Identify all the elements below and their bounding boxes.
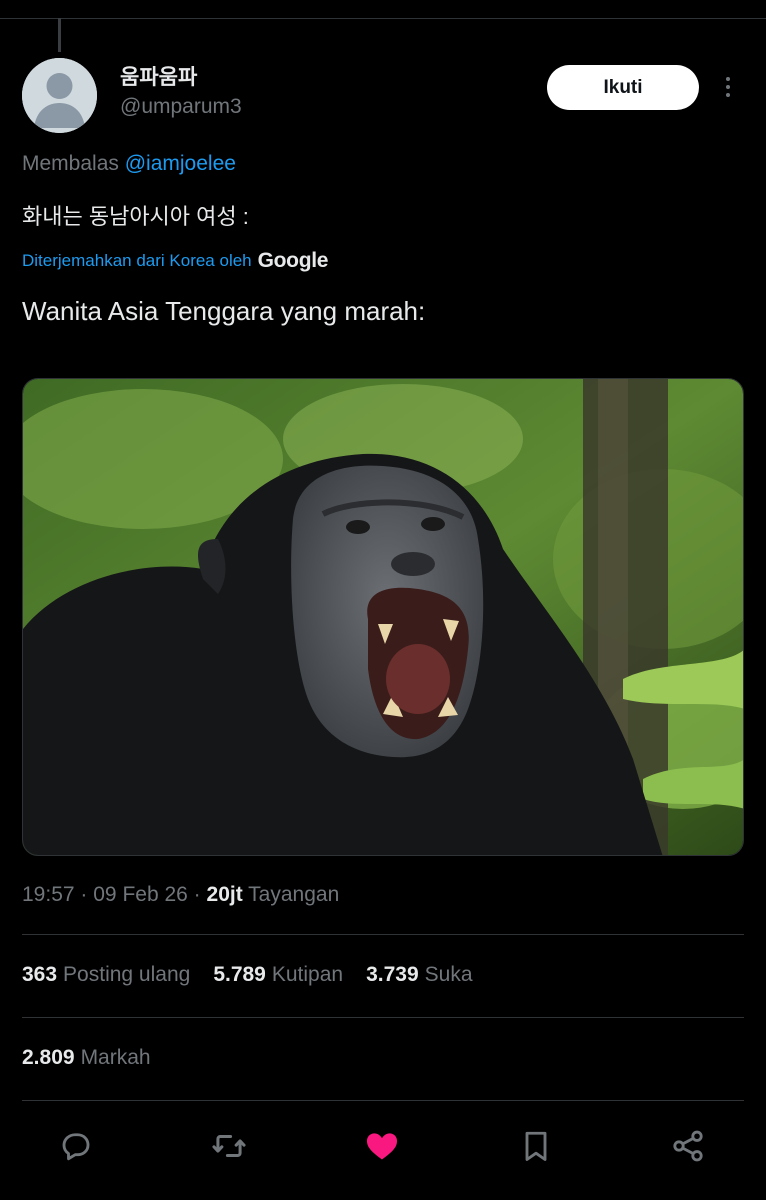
post-image[interactable] [22, 378, 744, 856]
thread-connector-line [58, 18, 61, 52]
reply-mention-link[interactable]: @iamjoelee [125, 152, 236, 175]
translation-notice-text: Diterjemahkan dari Korea oleh [22, 251, 252, 270]
quotes-label: Kutipan [271, 963, 344, 986]
heart-icon[interactable] [362, 1126, 402, 1166]
post-time[interactable]: 19:57 [22, 883, 75, 906]
author-display-name[interactable]: 움파움파 [120, 66, 242, 90]
bookmarks-count: 2.809 [22, 1046, 75, 1069]
post-date[interactable]: 09 Feb 26 [93, 883, 188, 906]
top-divider [0, 18, 766, 19]
follow-button[interactable]: Ikuti [547, 65, 699, 110]
reply-icon[interactable] [56, 1126, 96, 1166]
repost-icon[interactable] [209, 1126, 249, 1166]
bookmark-icon[interactable] [516, 1126, 556, 1166]
avatar[interactable] [22, 58, 97, 133]
quotes-count: 5.789 [213, 963, 266, 986]
google-logo: Google [257, 249, 329, 272]
likes-stat[interactable]: 3.739 Suka [366, 963, 472, 987]
views-label: Tayangan [248, 883, 340, 906]
translation-notice[interactable]: Diterjemahkan dari Korea oleh Google [22, 249, 328, 273]
quotes-stat[interactable]: 5.789 Kutipan [213, 963, 343, 987]
views-count: 20jt [206, 883, 243, 906]
author-handle[interactable]: @umparum3 [120, 94, 242, 120]
likes-label: Suka [424, 963, 473, 986]
chimpanzee-photo [23, 379, 743, 855]
action-bar [0, 1120, 766, 1170]
meta-separator: · [193, 883, 201, 906]
meta-separator: · [80, 883, 88, 906]
reposts-stat[interactable]: 363 Posting ulang [22, 963, 190, 987]
post-meta: 19:57 · 09 Feb 26 · 20jt Tayangan [22, 883, 339, 907]
reposts-count: 363 [22, 963, 58, 986]
post-stats: 363 Posting ulang 5.789 Kutipan 3.739 Suka [22, 963, 473, 987]
share-icon[interactable] [668, 1126, 708, 1166]
post-header: 움파움파 @umparum3 Ikuti [22, 56, 744, 136]
post-translated-text: Wanita Asia Tenggara yang marah: [22, 296, 426, 326]
author-names: 움파움파 @umparum3 [120, 66, 242, 120]
divider [22, 934, 744, 935]
more-options-icon[interactable] [718, 74, 738, 100]
reposts-label: Posting ulang [63, 963, 191, 986]
likes-count: 3.739 [366, 963, 419, 986]
default-avatar-icon [22, 58, 97, 133]
reply-prefix: Membalas [22, 152, 119, 175]
divider [22, 1017, 744, 1018]
bookmarks-label: Markah [80, 1046, 151, 1069]
post-original-text: 화내는 동남아시아 여성 : [22, 204, 249, 229]
reply-context: Membalas @iamjoelee [22, 152, 236, 176]
bookmarks-stat[interactable]: 2.809 Markah [22, 1046, 151, 1070]
divider [22, 1100, 744, 1101]
